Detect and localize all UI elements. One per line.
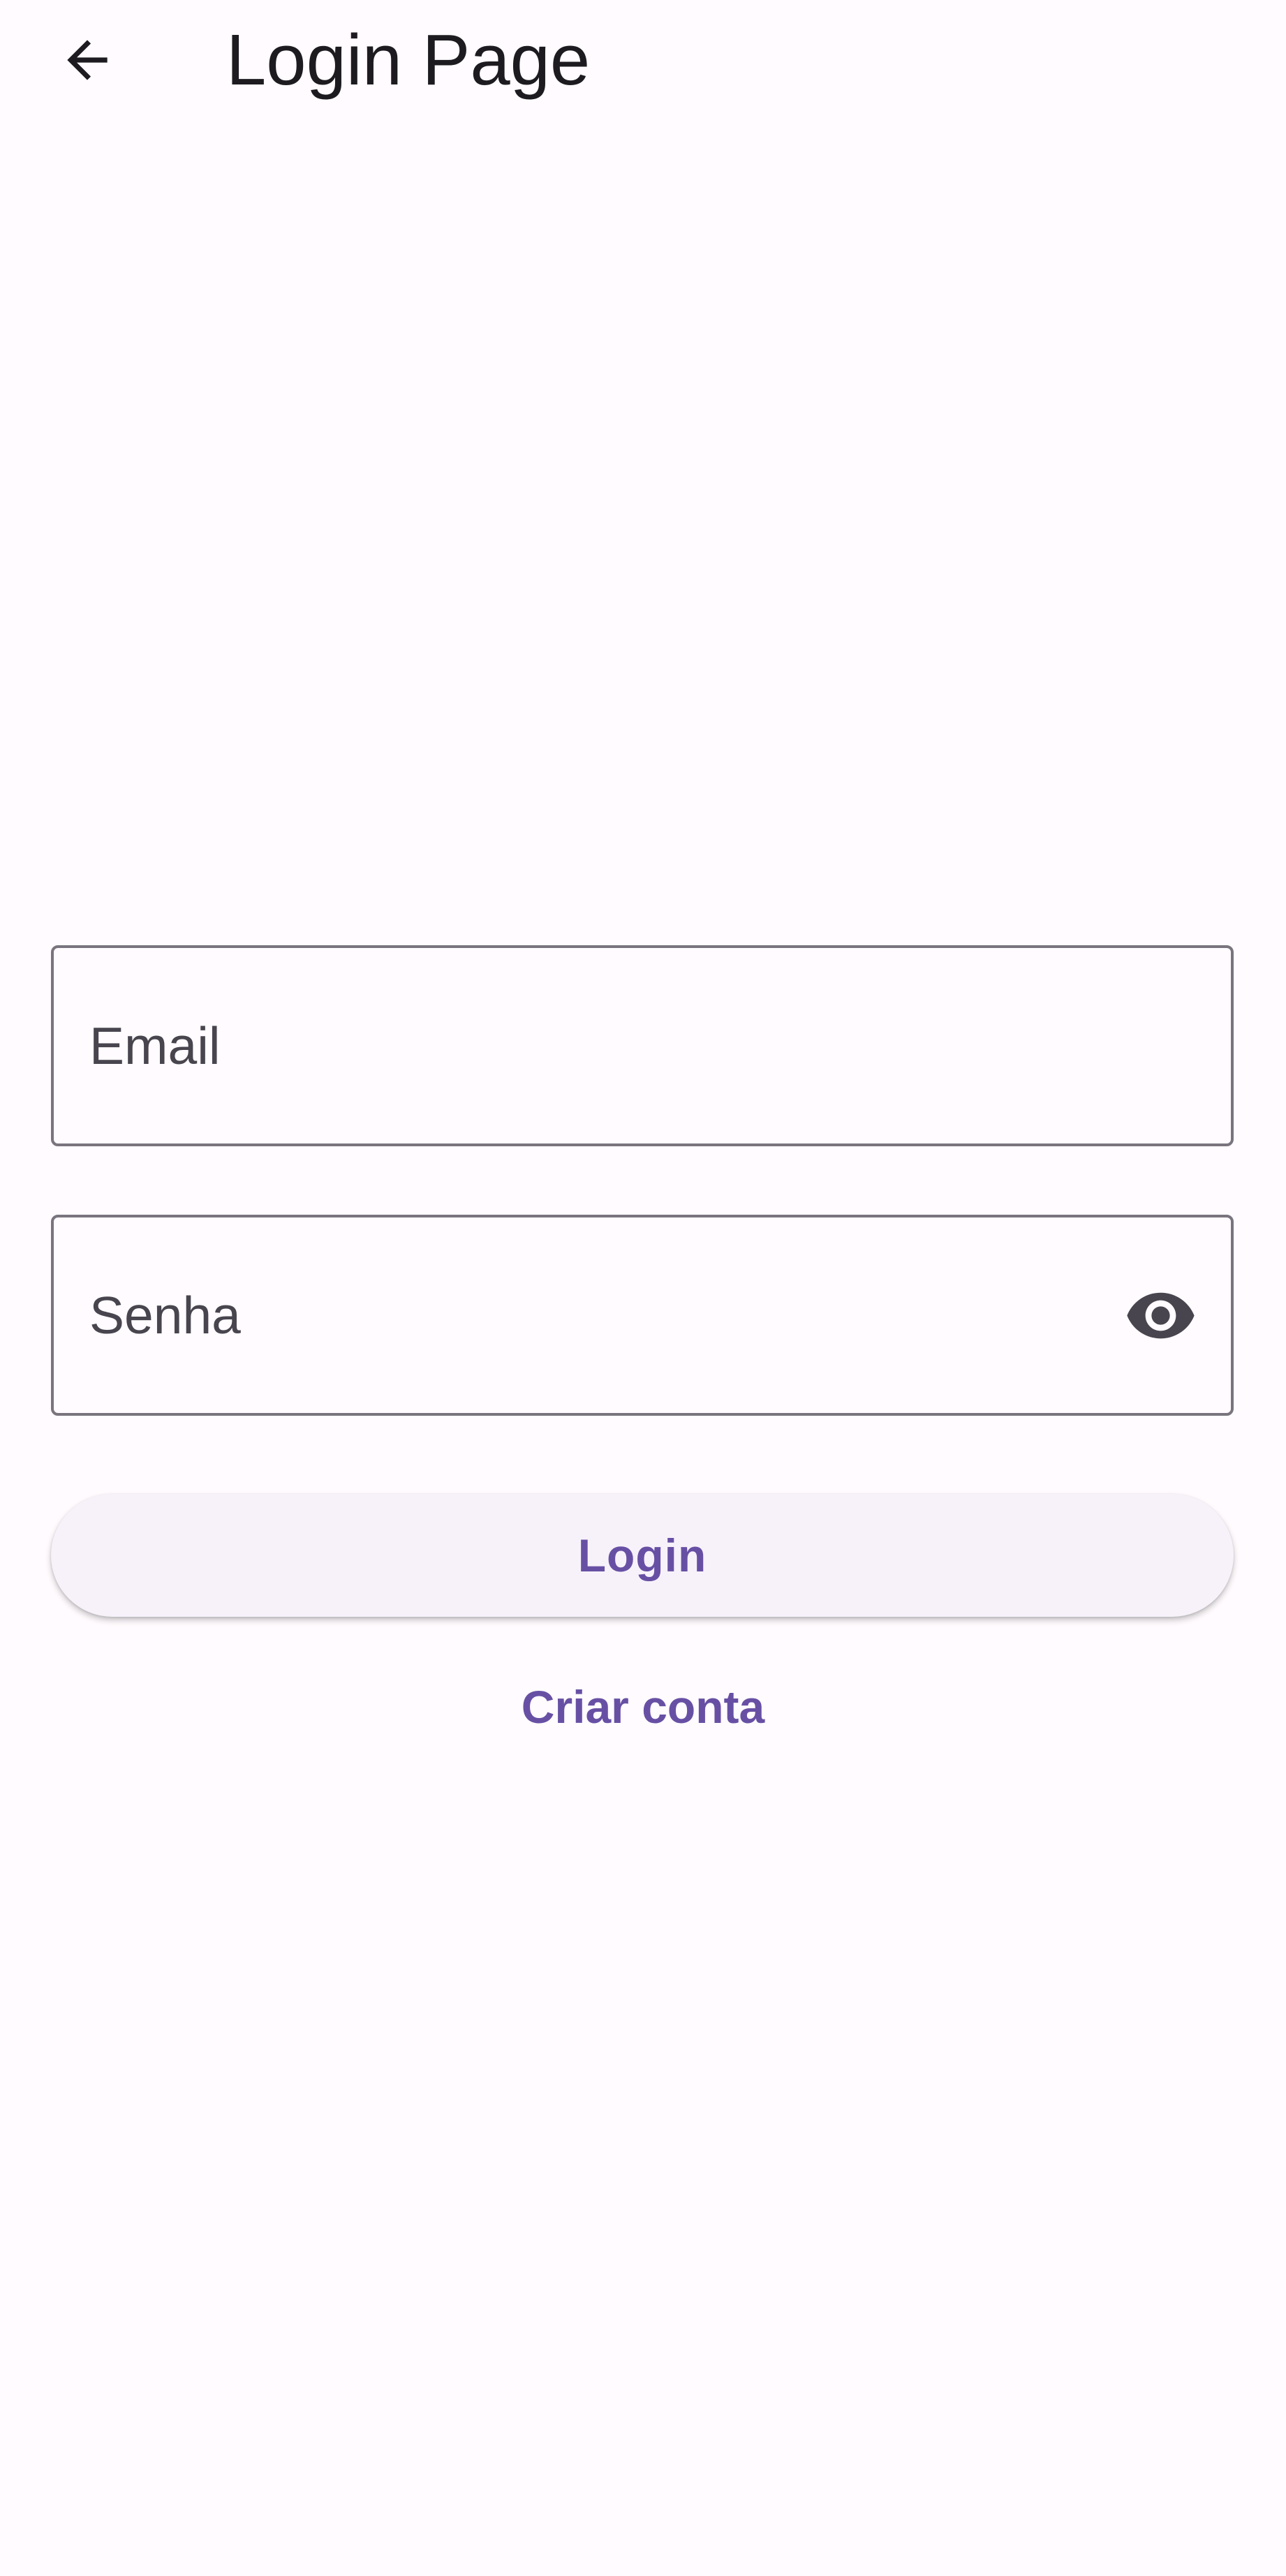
back-button[interactable]	[45, 18, 129, 102]
login-button[interactable]: Login	[51, 1494, 1234, 1617]
password-visibility-toggle[interactable]	[1121, 1276, 1199, 1354]
page-title: Login Page	[226, 20, 591, 100]
email-field[interactable]: Email	[51, 945, 1234, 1146]
password-input[interactable]	[54, 1217, 1234, 1414]
eye-icon	[1126, 1292, 1195, 1338]
login-button-label: Login	[577, 1530, 707, 1581]
email-input[interactable]	[54, 948, 1234, 1145]
app-bar: Login Page	[0, 0, 1286, 120]
arrow-back-icon	[67, 40, 108, 80]
create-account-button[interactable]: Criar conta	[489, 1661, 797, 1752]
password-field[interactable]: Senha	[51, 1215, 1234, 1416]
create-account-label: Criar conta	[521, 1681, 765, 1733]
